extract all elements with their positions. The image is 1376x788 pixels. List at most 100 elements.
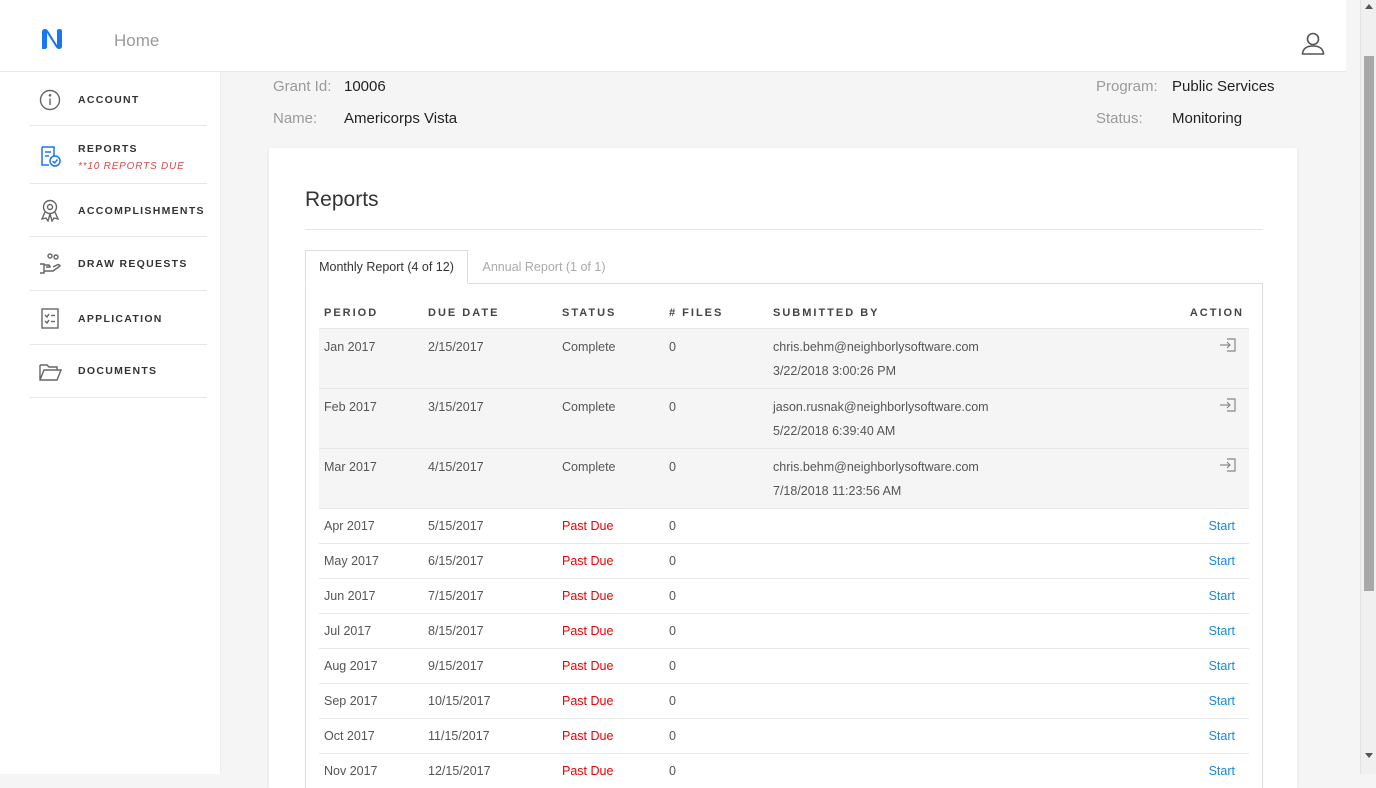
grant-id-value: 10006 — [344, 78, 386, 95]
row-status: Past Due — [562, 554, 614, 568]
table-row: Feb 2017 3/15/2017 Complete 0 jason.rusnak@n… — [319, 388, 1249, 448]
start-report-link[interactable]: Start — [1209, 764, 1235, 778]
start-report-link[interactable]: Start — [1209, 624, 1235, 638]
sidebar-item-application[interactable]: APPLICATION — [30, 291, 207, 345]
home-link[interactable]: Home — [114, 31, 159, 51]
row-submitted-by: chris.behm@neighborlysoftware.com — [773, 460, 979, 474]
view-report-icon[interactable] — [1219, 457, 1237, 473]
row-status: Past Due — [562, 519, 614, 533]
program-label: Program: — [1096, 78, 1158, 95]
row-status: Complete — [562, 460, 616, 474]
scroll-thumb[interactable] — [1364, 56, 1374, 591]
row-file-count: 0 — [669, 589, 676, 603]
table-row: Jun 2017 7/15/2017 Past Due 0 Start — [319, 578, 1249, 613]
sidebar-item-draw-requests[interactable]: DRAW REQUESTS — [30, 237, 207, 291]
row-period: Nov 2017 — [324, 764, 378, 778]
grant-id-label: Grant Id: — [273, 78, 332, 95]
row-due-date: 11/15/2017 — [428, 729, 490, 743]
row-due-date: 5/15/2017 — [428, 519, 484, 533]
row-period: Oct 2017 — [324, 729, 375, 743]
row-file-count: 0 — [669, 764, 676, 778]
scroll-up-arrow-icon[interactable] — [1365, 4, 1373, 9]
page-title: Reports — [305, 188, 379, 211]
program-value: Public Services — [1172, 78, 1275, 95]
row-due-date: 3/15/2017 — [428, 400, 484, 414]
row-period: Jun 2017 — [324, 589, 376, 603]
start-report-link[interactable]: Start — [1209, 589, 1235, 603]
row-submitted-at: 7/18/2018 11:23:56 AM — [773, 484, 902, 498]
sidebar-item-reports[interactable]: REPORTS **10 REPORTS DUE — [30, 126, 207, 184]
grant-name-label: Name: — [273, 110, 318, 127]
hand-coins-icon — [40, 253, 61, 274]
row-submitted-by: chris.behm@neighborlysoftware.com — [773, 340, 979, 354]
sidebar-item-accomplishments[interactable]: ACCOMPLISHMENTS — [30, 184, 207, 237]
info-icon — [39, 89, 61, 111]
checklist-icon — [41, 308, 59, 329]
user-icon[interactable] — [1300, 30, 1326, 56]
start-report-link[interactable]: Start — [1209, 519, 1235, 533]
tab-annual-report[interactable]: Annual Report (1 of 1) — [474, 250, 614, 284]
row-file-count: 0 — [669, 659, 676, 673]
row-period: Aug 2017 — [324, 659, 378, 673]
row-due-date: 2/15/2017 — [428, 340, 484, 354]
row-status: Complete — [562, 340, 616, 354]
start-report-link[interactable]: Start — [1209, 659, 1235, 673]
column-header-period: PERIOD — [324, 307, 379, 319]
sidebar-item-label: DOCUMENTS — [78, 365, 158, 377]
reports-table: PERIOD DUE DATE STATUS # FILES SUBMITTED… — [305, 283, 1263, 788]
row-due-date: 12/15/2017 — [428, 764, 491, 778]
sidebar-item-account[interactable]: ACCOUNT — [30, 72, 207, 126]
start-report-link[interactable]: Start — [1209, 694, 1235, 708]
row-period: Apr 2017 — [324, 519, 375, 533]
row-file-count: 0 — [669, 519, 676, 533]
row-status: Complete — [562, 400, 616, 414]
row-file-count: 0 — [669, 694, 676, 708]
reports-due-badge: **10 REPORTS DUE — [78, 161, 185, 172]
row-due-date: 7/15/2017 — [428, 589, 484, 603]
row-file-count: 0 — [669, 624, 676, 638]
sidebar-item-label: REPORTS — [78, 143, 138, 155]
row-status: Past Due — [562, 589, 614, 603]
start-report-link[interactable]: Start — [1209, 554, 1235, 568]
table-row: Oct 2017 11/15/2017 Past Due 0 Start — [319, 718, 1249, 753]
row-file-count: 0 — [669, 729, 676, 743]
row-period: Sep 2017 — [324, 694, 378, 708]
row-period: Mar 2017 — [324, 460, 377, 474]
row-status: Past Due — [562, 659, 614, 673]
award-icon — [40, 199, 60, 222]
row-status: Past Due — [562, 694, 614, 708]
column-header-action: ACTION — [1189, 307, 1244, 319]
reports-card: Reports Monthly Report (4 of 12) Annual … — [269, 148, 1297, 788]
start-report-link[interactable]: Start — [1209, 729, 1235, 743]
status-label: Status: — [1096, 110, 1143, 127]
folder-icon — [39, 364, 62, 381]
title-divider — [305, 229, 1263, 230]
row-due-date: 4/15/2017 — [428, 460, 484, 474]
row-file-count: 0 — [669, 340, 676, 354]
row-period: Feb 2017 — [324, 400, 377, 414]
table-row: Mar 2017 4/15/2017 Complete 0 chris.behm@nei… — [319, 448, 1249, 508]
table-row: Nov 2017 12/15/2017 Past Due 0 Start — [319, 753, 1249, 788]
row-status: Past Due — [562, 624, 614, 638]
row-status: Past Due — [562, 729, 614, 743]
sidebar-item-label: ACCOMPLISHMENTS — [78, 205, 205, 217]
row-period: May 2017 — [324, 554, 379, 568]
column-header-due-date: DUE DATE — [428, 307, 500, 319]
table-row: Aug 2017 9/15/2017 Past Due 0 Start — [319, 648, 1249, 683]
sidebar-item-documents[interactable]: DOCUMENTS — [30, 345, 207, 398]
row-due-date: 9/15/2017 — [428, 659, 484, 673]
column-header-submitted-by: SUBMITTED BY — [773, 307, 880, 319]
neighborly-logo-icon[interactable] — [40, 28, 66, 50]
view-report-icon[interactable] — [1219, 397, 1237, 413]
row-period: Jul 2017 — [324, 624, 372, 638]
row-file-count: 0 — [669, 460, 676, 474]
tab-monthly-report[interactable]: Monthly Report (4 of 12) — [305, 250, 468, 284]
sidebar-item-label: DRAW REQUESTS — [78, 258, 188, 270]
row-file-count: 0 — [669, 554, 676, 568]
row-submitted-at: 5/22/2018 6:39:40 AM — [773, 424, 896, 438]
page-scrollbar[interactable] — [1360, 0, 1376, 774]
column-header-status: STATUS — [562, 307, 617, 319]
table-row: Apr 2017 5/15/2017 Past Due 0 Start — [319, 508, 1249, 543]
scroll-down-arrow-icon[interactable] — [1365, 753, 1373, 758]
view-report-icon[interactable] — [1219, 337, 1237, 353]
